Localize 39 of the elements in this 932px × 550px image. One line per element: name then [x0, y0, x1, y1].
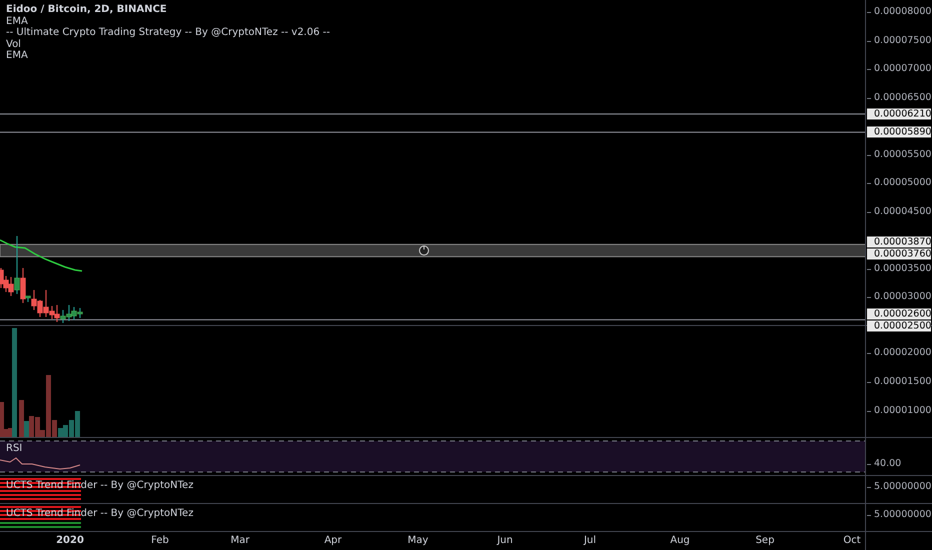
price-tick: 0.00007000 [867, 63, 932, 75]
time-label: Jul [584, 535, 596, 546]
time-label: Feb [151, 535, 169, 546]
indicator-label: EMA [6, 50, 29, 62]
rsi-title: RSI [6, 443, 22, 454]
price-tick: 0.00007500 [867, 34, 932, 46]
time-label: Mar [230, 535, 250, 546]
indicator-label: EMA [6, 16, 29, 27]
price-tick: 0.00005500 [867, 148, 932, 160]
trend-pane-title: UCTS Trend Finder -- By @CryptoNTez [6, 508, 194, 519]
price-tick: 0.00003500 [867, 262, 932, 274]
time-label: Oct [843, 535, 861, 546]
time-label: Apr [324, 535, 342, 546]
chart-title: Eidoo / Bitcoin, 2D, BINANCE [6, 4, 168, 16]
time-label: Aug [670, 535, 690, 546]
time-label: May [408, 535, 428, 546]
price-marker: 0.00002600 [867, 308, 931, 319]
price-tick: 0.00005000 [867, 177, 932, 189]
price-marker: 0.00005890 [867, 126, 931, 138]
time-label: Jun [497, 535, 513, 546]
volume-tick: 0.00001500 [867, 376, 932, 388]
rsi-tick: 40.00 [867, 458, 902, 470]
price-tick: 0.00003000 [867, 291, 932, 303]
trend-tick: 5.00000000 [867, 509, 932, 521]
indicator-label: Vol [6, 38, 22, 50]
indicator-label: -- Ultimate Crypto Trading Strategy -- By @CryptoNTez -- v2.06 -- [6, 27, 330, 38]
price-tick: 0.00006500 [867, 92, 932, 104]
trend-tick: 5.00000000 [867, 481, 932, 493]
price-tick: 0.00008000 [867, 6, 932, 18]
price-marker: 0.00002500 [867, 320, 931, 331]
volume-tick: 0.00001000 [867, 405, 932, 417]
trend-pane-title: UCTS Trend Finder -- By @CryptoNTez [6, 480, 194, 491]
time-label: Sep [756, 535, 774, 546]
time-label: 2020 [56, 535, 84, 546]
price-tick: 0.00004500 [867, 206, 932, 218]
price-marker: 0.00003870 [867, 236, 931, 248]
price-marker: 0.00006210 [867, 108, 931, 120]
volume-tick: 0.00002000 [867, 347, 932, 359]
price-marker: 0.00003760 [867, 248, 931, 260]
